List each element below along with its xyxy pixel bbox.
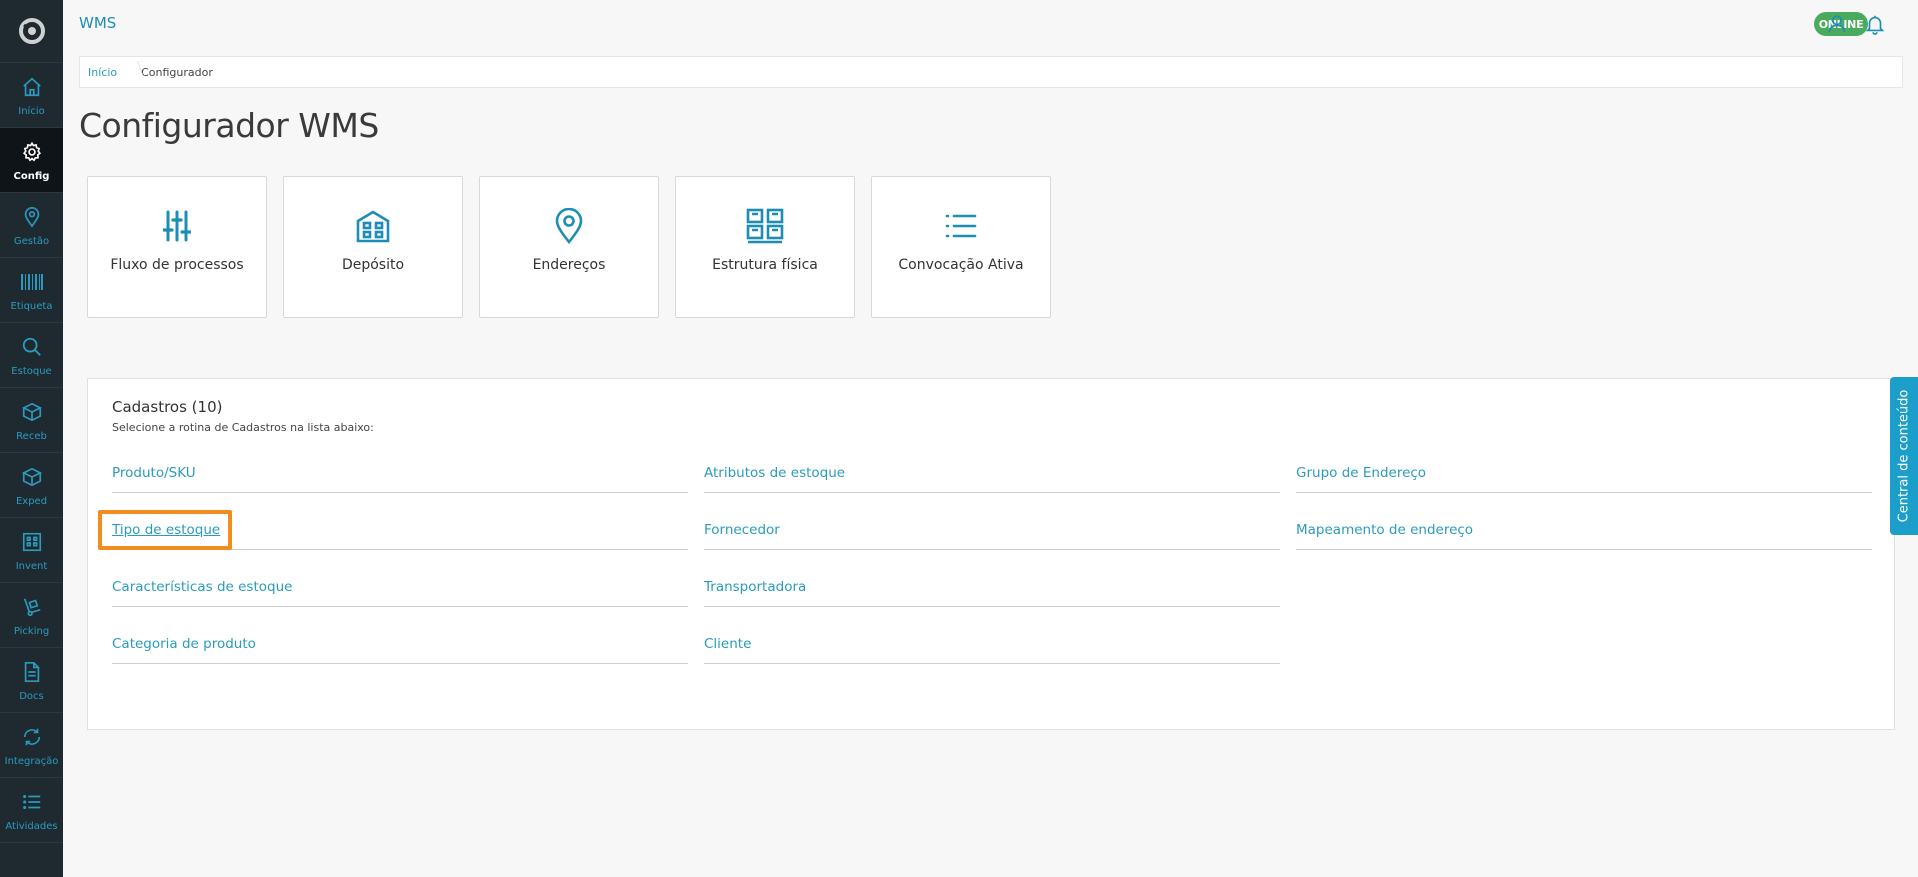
card-fluxo-de-processos[interactable]: Fluxo de processos bbox=[87, 176, 267, 318]
document-icon bbox=[19, 659, 45, 685]
link-caracteristicas-de-estoque[interactable]: Características de estoque bbox=[112, 579, 688, 607]
search-icon bbox=[19, 334, 45, 360]
link-label: Produto/SKU bbox=[112, 465, 196, 481]
breadcrumb-current: Configurador bbox=[141, 65, 213, 79]
breadcrumb-separator bbox=[123, 56, 135, 88]
sidebar-item-etiqueta[interactable]: Etiqueta bbox=[0, 258, 63, 323]
card-enderecos[interactable]: Endereços bbox=[479, 176, 659, 318]
sidebar-item-label: Picking bbox=[13, 625, 50, 637]
home-icon bbox=[19, 74, 45, 100]
link-label: Características de estoque bbox=[112, 579, 293, 595]
sidebar-item-picking[interactable]: Picking bbox=[0, 583, 63, 648]
sidebar-item-estoque[interactable]: Estoque bbox=[0, 323, 63, 388]
link-mapeamento-de-endereco[interactable]: Mapeamento de endereço bbox=[1296, 522, 1872, 550]
sidebar-item-label: Atividades bbox=[5, 820, 58, 832]
warehouse-icon bbox=[356, 207, 390, 245]
hand-truck-icon bbox=[19, 594, 45, 620]
link-label: Categoria de produto bbox=[112, 636, 256, 652]
sidebar-item-receb[interactable]: Receb bbox=[0, 388, 63, 453]
link-fornecedor[interactable]: Fornecedor bbox=[704, 522, 1280, 550]
link-label: Tipo de estoque bbox=[112, 522, 221, 538]
cadastros-title: Cadastros (10) bbox=[112, 398, 223, 416]
card-label: Endereços bbox=[532, 257, 606, 273]
sidebar-item-label: Exped bbox=[15, 495, 48, 507]
sidebar-item-docs[interactable]: Docs bbox=[0, 648, 63, 713]
link-produto-sku[interactable]: Produto/SKU bbox=[112, 465, 688, 493]
sidebar-item-label: Integração bbox=[4, 755, 59, 767]
list-icon bbox=[945, 207, 977, 245]
building-icon bbox=[19, 529, 45, 555]
sidebar-item-label: Início bbox=[18, 105, 45, 117]
barcode-icon bbox=[19, 269, 45, 295]
card-estrutura-fisica[interactable]: Estrutura física bbox=[675, 176, 855, 318]
side-tab-label: Central de conteúdo bbox=[1896, 389, 1912, 523]
card-label: Convocação Ativa bbox=[898, 257, 1024, 273]
list-icon bbox=[19, 789, 45, 815]
sidebar-item-label: Invent bbox=[15, 560, 48, 572]
user-icon[interactable] bbox=[1824, 11, 1850, 37]
pallet-rack-icon bbox=[746, 207, 784, 245]
map-pin-icon bbox=[19, 204, 45, 230]
link-label: Cliente bbox=[704, 636, 752, 652]
card-label: Depósito bbox=[341, 257, 405, 273]
link-cliente[interactable]: Cliente bbox=[704, 636, 1280, 664]
sidebar-item-config[interactable]: Config bbox=[0, 128, 63, 193]
sidebar-item-label: Config bbox=[13, 170, 50, 182]
page-title: Configurador WMS bbox=[79, 106, 379, 145]
sync-icon bbox=[19, 724, 45, 750]
sidebar-item-atividades[interactable]: Atividades bbox=[0, 778, 63, 843]
sidebar: Início Config Gestão Etiqueta Estoque Re… bbox=[0, 0, 63, 877]
top-bar: WMS ONLINE bbox=[63, 0, 1918, 48]
box-in-icon bbox=[19, 399, 45, 425]
sidebar-item-label: Docs bbox=[19, 690, 44, 702]
sidebar-item-label: Gestão bbox=[13, 235, 50, 247]
cadastros-panel: Cadastros (10) Selecione a rotina de Cad… bbox=[87, 378, 1895, 730]
bell-icon[interactable] bbox=[1862, 11, 1888, 37]
link-transportadora[interactable]: Transportadora bbox=[704, 579, 1280, 607]
sidebar-item-label: Estoque bbox=[11, 365, 52, 377]
sliders-icon bbox=[163, 207, 191, 245]
box-out-icon bbox=[19, 464, 45, 490]
link-categoria-de-produto[interactable]: Categoria de produto bbox=[112, 636, 688, 664]
gear-icon bbox=[19, 139, 45, 165]
breadcrumb-home[interactable]: Início bbox=[88, 66, 117, 79]
location-pin-icon bbox=[554, 207, 584, 245]
link-atributos-de-estoque[interactable]: Atributos de estoque bbox=[704, 465, 1280, 493]
card-convocacao-ativa[interactable]: Convocação Ativa bbox=[871, 176, 1051, 318]
card-label: Fluxo de processos bbox=[110, 257, 244, 273]
sidebar-item-label: Receb bbox=[16, 430, 47, 442]
link-label: Grupo de Endereço bbox=[1296, 465, 1427, 481]
logo-icon bbox=[18, 18, 45, 44]
sidebar-item-gestao[interactable]: Gestão bbox=[0, 193, 63, 258]
cadastros-subtitle: Selecione a rotina de Cadastros na lista… bbox=[112, 421, 374, 434]
sidebar-item-integracao[interactable]: Integração bbox=[0, 713, 63, 778]
sidebar-item-exped[interactable]: Exped bbox=[0, 453, 63, 518]
link-label: Mapeamento de endereço bbox=[1296, 522, 1474, 538]
card-label: Estrutura física bbox=[712, 257, 818, 273]
app-logo[interactable] bbox=[0, 0, 63, 63]
breadcrumb: Início Configurador bbox=[79, 56, 1903, 88]
link-tipo-de-estoque[interactable]: Tipo de estoque bbox=[112, 522, 688, 550]
app-title: WMS bbox=[79, 14, 117, 32]
card-deposito[interactable]: Depósito bbox=[283, 176, 463, 318]
link-label: Transportadora bbox=[704, 579, 807, 595]
link-grupo-de-endereco[interactable]: Grupo de Endereço bbox=[1296, 465, 1872, 493]
link-label: Fornecedor bbox=[704, 522, 780, 538]
sidebar-item-label: Etiqueta bbox=[10, 300, 53, 312]
sidebar-item-inicio[interactable]: Início bbox=[0, 63, 63, 128]
sidebar-item-invent[interactable]: Invent bbox=[0, 518, 63, 583]
link-label: Atributos de estoque bbox=[704, 465, 846, 481]
central-de-conteudo-tab[interactable]: Central de conteúdo bbox=[1890, 377, 1918, 535]
